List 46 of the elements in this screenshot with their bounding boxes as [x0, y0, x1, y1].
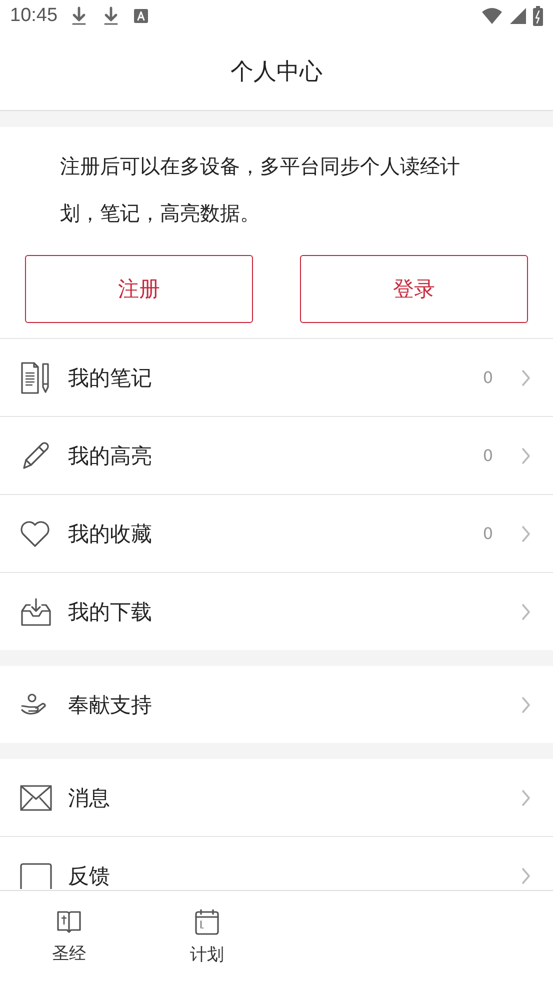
chevron-right-icon — [521, 788, 531, 806]
item-label: 消息 — [68, 784, 110, 812]
chevron-right-icon — [521, 602, 531, 620]
intro-text: 注册后可以在多设备，多平台同步个人读经计划，笔记，高亮数据。 — [60, 153, 461, 227]
register-button[interactable]: 注册 — [25, 255, 253, 323]
item-label: 我的收藏 — [68, 520, 152, 548]
item-label: 反馈 — [68, 862, 110, 890]
chevron-right-icon — [521, 446, 531, 464]
notes-icon — [20, 360, 50, 394]
calendar-icon — [195, 908, 219, 934]
text-box-icon — [134, 9, 148, 23]
page-title: 个人中心 — [230, 58, 322, 86]
item-count: 0 — [482, 446, 493, 465]
item-label: 我的高亮 — [68, 442, 152, 470]
menu-item[interactable]: 我的高亮 0 — [0, 417, 553, 495]
item-count: 0 — [482, 368, 493, 387]
tab-item[interactable]: 计划 — [138, 891, 276, 983]
menu-item[interactable]: 反馈 — [0, 837, 553, 890]
envelope-icon — [20, 784, 52, 810]
chevron-right-icon — [521, 866, 531, 884]
chat-box-icon — [20, 862, 52, 888]
tab-item[interactable]: 圣经 — [0, 891, 138, 983]
status-time: 10:45 — [10, 5, 58, 27]
signal-icon — [509, 7, 527, 25]
chevron-right-icon — [521, 368, 531, 386]
battery-icon — [533, 6, 543, 26]
menu-item[interactable]: 我的下载 — [0, 573, 553, 650]
menu-item[interactable]: 我的笔记 0 — [0, 339, 553, 417]
download-icon — [70, 6, 88, 26]
login-button[interactable]: 登录 — [300, 255, 528, 323]
pencil-icon — [20, 440, 52, 472]
hand-coin-icon — [20, 692, 48, 716]
menu-item[interactable]: 我的收藏 0 — [0, 495, 553, 573]
chevron-right-icon — [521, 696, 531, 714]
download-icon — [102, 6, 120, 26]
item-count: 0 — [482, 524, 493, 543]
item-label: 我的下载 — [68, 598, 152, 626]
menu-item[interactable]: 奉献支持 — [0, 666, 553, 743]
item-label: 奉献支持 — [68, 692, 152, 718]
inbox-download-icon — [20, 596, 52, 626]
heart-icon — [20, 520, 50, 548]
wifi-icon — [481, 7, 503, 25]
bible-book-icon — [56, 910, 82, 934]
item-label: 我的笔记 — [68, 364, 152, 392]
chevron-right-icon — [521, 524, 531, 542]
menu-item[interactable]: 消息 — [0, 759, 553, 837]
